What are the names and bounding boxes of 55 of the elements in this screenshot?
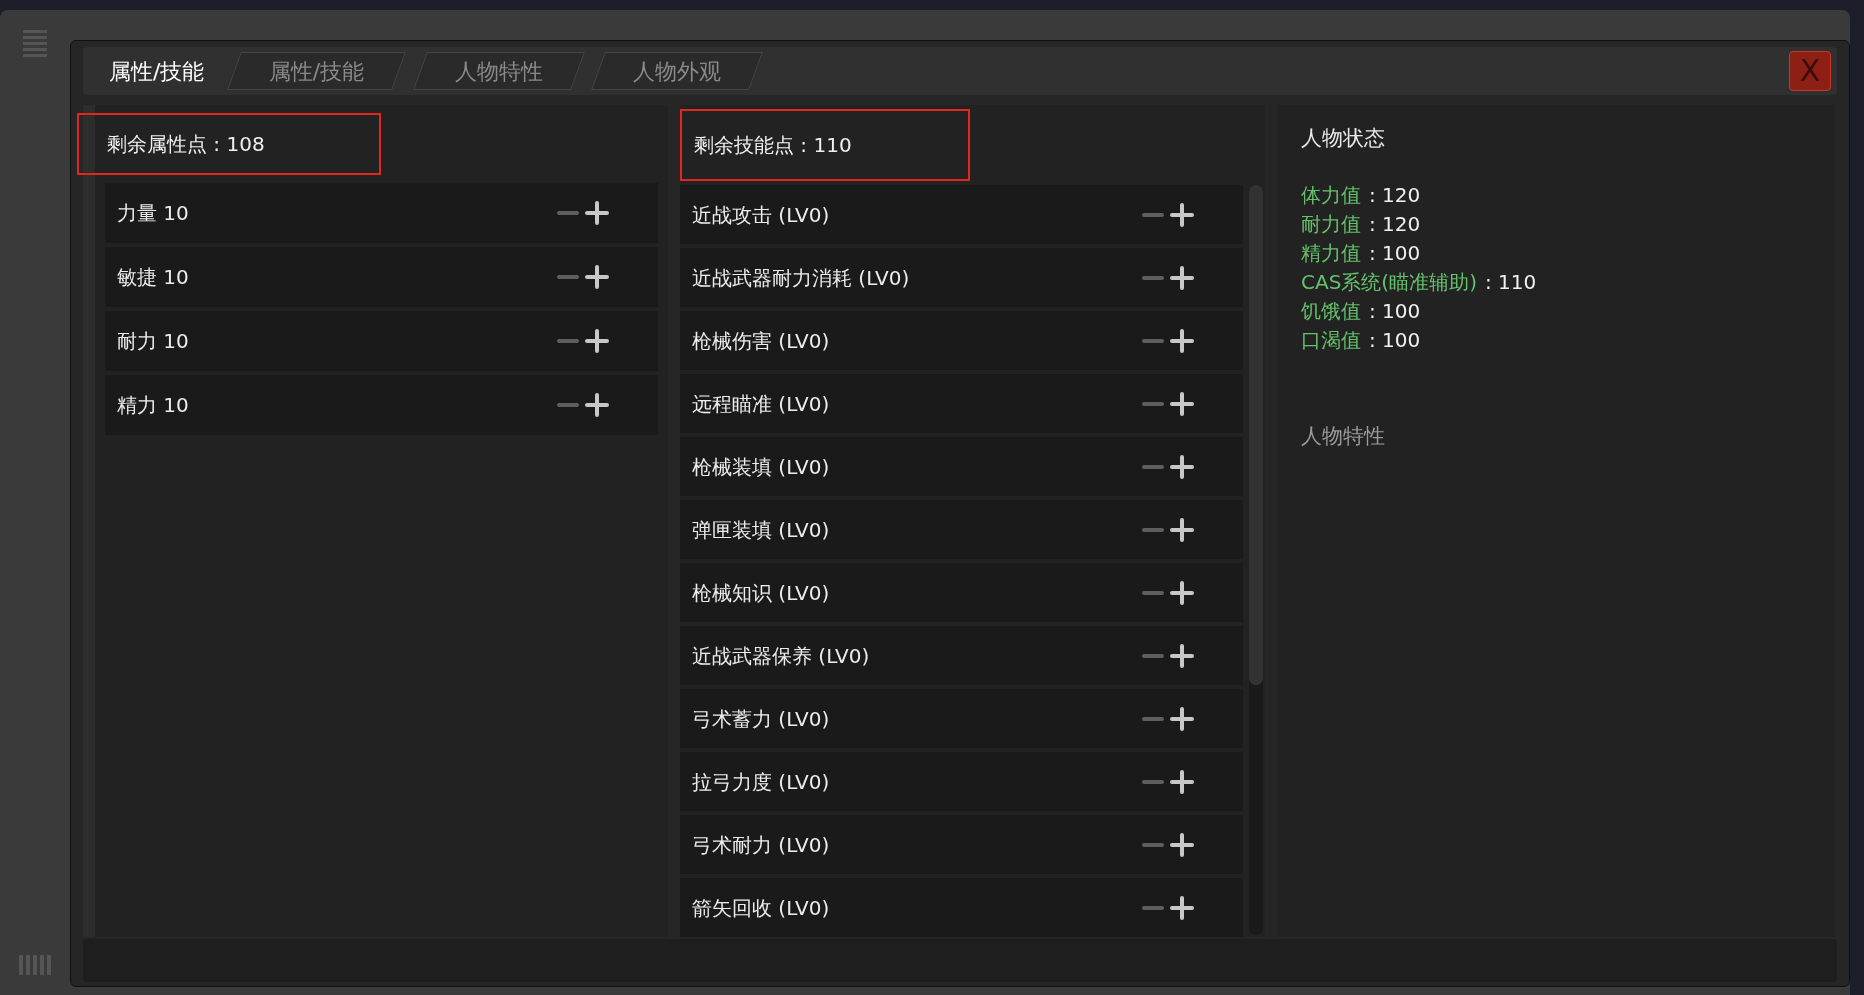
plus-button[interactable] [1169, 831, 1195, 858]
grip-icon [23, 30, 47, 57]
plus-button[interactable] [584, 264, 610, 291]
stat-label: 体力值 [1301, 182, 1361, 210]
row-label: 近战武器耐力消耗 (LV0) [692, 264, 910, 292]
grip-icon [19, 955, 51, 975]
stat-value: : 100 [1369, 327, 1421, 355]
tab[interactable]: 人物特性 [412, 52, 585, 91]
row-label: 弓术耐力 (LV0) [692, 831, 830, 859]
tab[interactable]: 属性/技能 [99, 51, 215, 92]
stat-label: 耐力值 [1301, 211, 1361, 239]
plus-button[interactable] [584, 328, 610, 355]
plus-button[interactable] [1169, 390, 1195, 417]
skill-points-label: 剩余技能点 : 110 [680, 109, 970, 182]
plus-button[interactable] [1169, 201, 1195, 228]
row-label: 箭矢回收 (LV0) [692, 894, 830, 922]
row-label: 枪械伤害 (LV0) [692, 327, 830, 355]
stat-value: : 100 [1369, 240, 1421, 268]
plus-button[interactable] [1169, 327, 1195, 354]
stat-value: : 120 [1369, 211, 1421, 239]
plus-button[interactable] [1169, 264, 1195, 291]
row-label: 精力 10 [117, 392, 189, 420]
row-label: 耐力 10 [117, 328, 189, 356]
scrollbar-thumb[interactable] [1249, 185, 1263, 686]
stat-value: : 110 [1484, 269, 1537, 297]
stat-value: : 120 [1369, 182, 1421, 210]
row-label: 敏捷 10 [117, 264, 189, 292]
row-label: 枪械知识 (LV0) [692, 579, 830, 607]
attribute-points-label: 剩余属性点 : 108 [77, 113, 381, 176]
stat-value: : 100 [1369, 298, 1421, 326]
row-label: 近战武器保养 (LV0) [692, 642, 870, 670]
row-label: 力量 10 [117, 200, 189, 228]
row-label: 弓术蓄力 (LV0) [692, 705, 830, 733]
plus-button[interactable] [1169, 768, 1195, 795]
plus-button[interactable] [1169, 579, 1195, 606]
plus-button[interactable] [1169, 453, 1195, 480]
plus-button[interactable] [1169, 894, 1195, 921]
plus-button[interactable] [1169, 516, 1195, 543]
plus-button[interactable] [584, 392, 610, 419]
status-title: 人物状态 [1301, 125, 1386, 153]
row-label: 拉弓力度 (LV0) [692, 768, 830, 796]
plus-button[interactable] [1169, 642, 1195, 669]
stat-label: 口渴值 [1301, 327, 1361, 355]
row-label: 近战攻击 (LV0) [692, 201, 830, 229]
stat-label: CAS系统(瞄准辅助) [1301, 269, 1477, 297]
plus-button[interactable] [1169, 705, 1195, 732]
plus-button[interactable] [584, 200, 610, 227]
traits-title: 人物特性 [1301, 422, 1386, 450]
row-label: 枪械装填 (LV0) [692, 453, 830, 481]
tab[interactable]: 属性/技能 [227, 52, 407, 91]
row-label: 远程瞄准 (LV0) [692, 390, 830, 418]
tab[interactable]: 人物外观 [590, 52, 763, 91]
stat-label: 饥饿值 [1301, 298, 1361, 326]
stat-label: 精力值 [1301, 240, 1361, 268]
row-label: 弹匣装填 (LV0) [692, 516, 830, 544]
